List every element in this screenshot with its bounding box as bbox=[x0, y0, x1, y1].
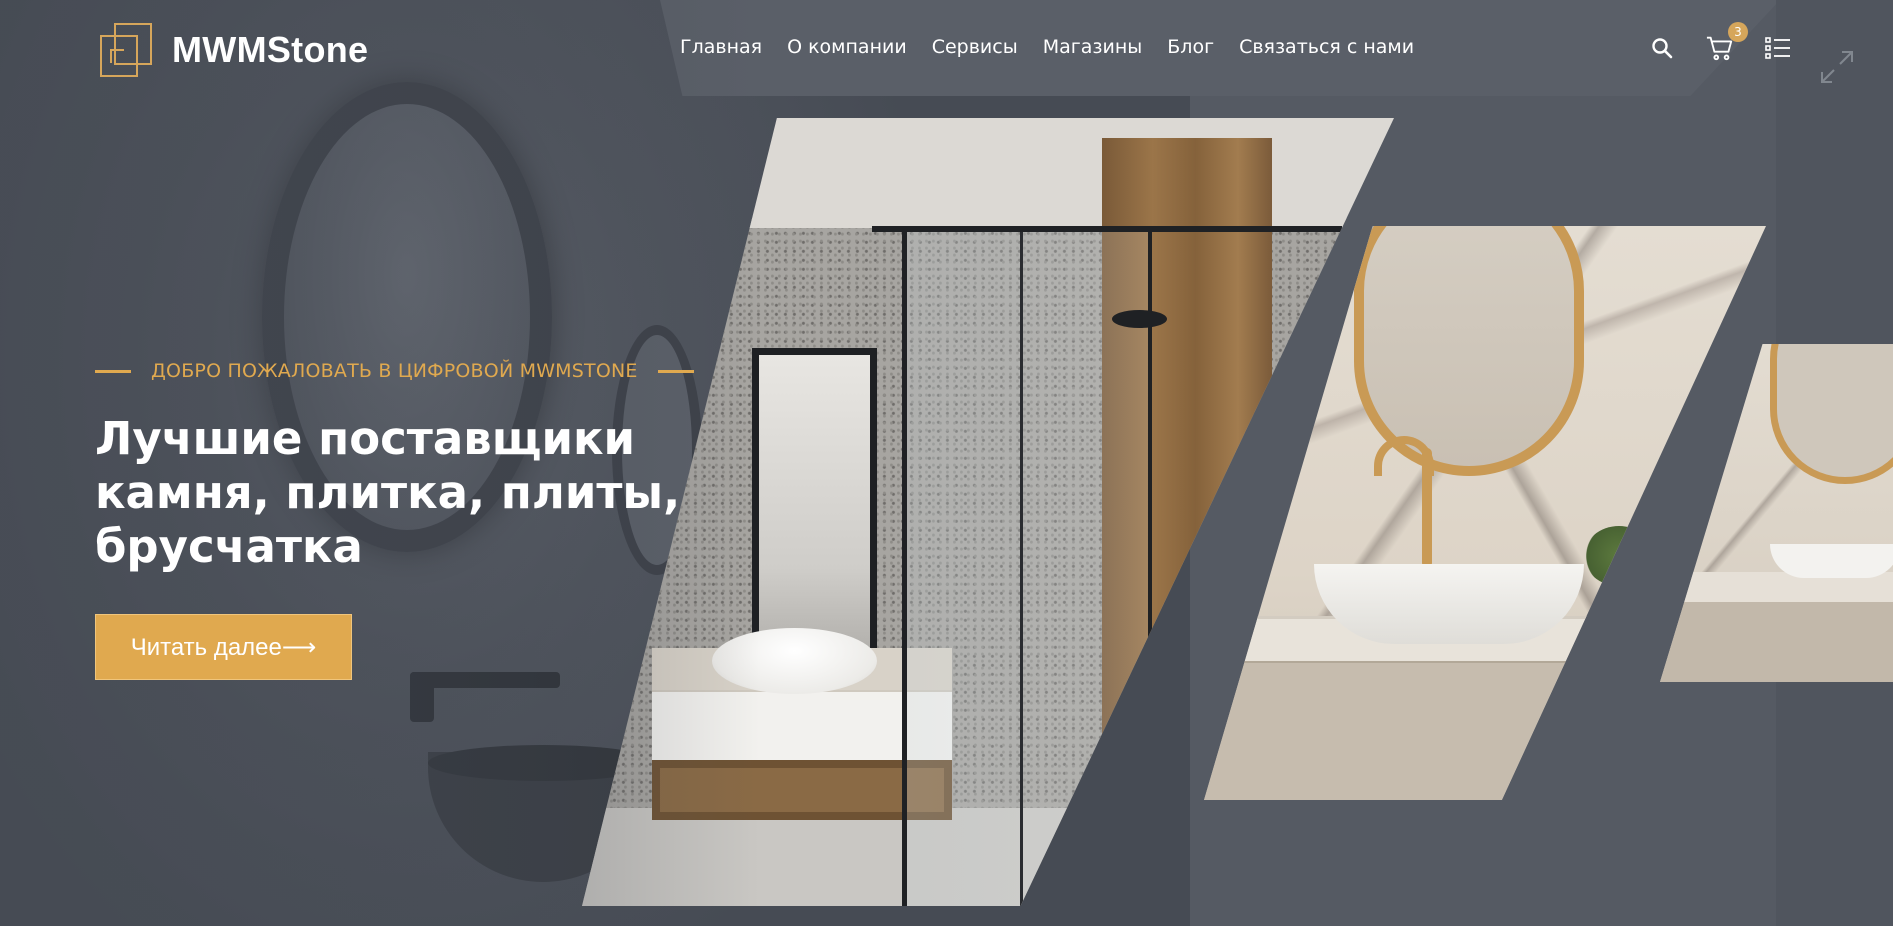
shower-head bbox=[1112, 310, 1167, 328]
nav-item-contact[interactable]: Связаться с нами bbox=[1239, 36, 1414, 58]
read-more-button[interactable]: Читать далее⟶ bbox=[95, 614, 352, 680]
expand-arrows-icon[interactable] bbox=[1816, 46, 1858, 88]
background-faucet-base bbox=[410, 672, 434, 722]
logo-mark-icon bbox=[100, 23, 154, 77]
shower-frame bbox=[1020, 228, 1023, 906]
vessel-sink bbox=[712, 628, 877, 694]
eyebrow-line-left bbox=[95, 369, 131, 373]
gold-faucet-stem bbox=[1422, 448, 1432, 568]
cabinet-small bbox=[1660, 602, 1893, 682]
logo[interactable]: MWMStone bbox=[100, 22, 368, 78]
search-icon[interactable] bbox=[1648, 34, 1676, 62]
hero-title: Лучшие поставщики камня, плитка, плиты, … bbox=[95, 412, 681, 573]
oval-mirror bbox=[1354, 226, 1584, 476]
brand-name: MWMStone bbox=[172, 29, 369, 70]
hero-content: ДОБРО ПОЖАЛОВАТЬ В ЦИФРОВОЙ MWMSTONE Луч… bbox=[95, 360, 735, 574]
main-nav: Главная О компании Сервисы Магазины Блог… bbox=[680, 36, 1414, 58]
hero-eyebrow: ДОБРО ПОЖАЛОВАТЬ В ЦИФРОВОЙ MWMSTONE bbox=[95, 360, 735, 382]
basin-sink bbox=[1314, 564, 1584, 644]
nav-item-services[interactable]: Сервисы bbox=[932, 36, 1018, 58]
hero-eyebrow-text: ДОБРО ПОЖАЛОВАТЬ В ЦИФРОВОЙ MWMSTONE bbox=[151, 360, 638, 382]
cart-count-badge: 3 bbox=[1728, 22, 1748, 42]
nav-item-blog[interactable]: Блог bbox=[1167, 36, 1214, 58]
nav-item-about[interactable]: О компании bbox=[787, 36, 907, 58]
cart-icon[interactable]: 3 bbox=[1706, 22, 1748, 62]
nav-item-shops[interactable]: Магазины bbox=[1043, 36, 1143, 58]
shower-rail bbox=[872, 226, 1342, 232]
header-actions: 3 bbox=[1648, 22, 1792, 66]
basin-sink-small bbox=[1770, 544, 1893, 578]
eyebrow-line-right bbox=[657, 369, 694, 373]
nav-item-home[interactable]: Главная bbox=[680, 36, 762, 58]
menu-list-icon[interactable] bbox=[1764, 34, 1792, 62]
site-header: MWMStone Главная О компании Сервисы Мага… bbox=[0, 0, 1893, 96]
